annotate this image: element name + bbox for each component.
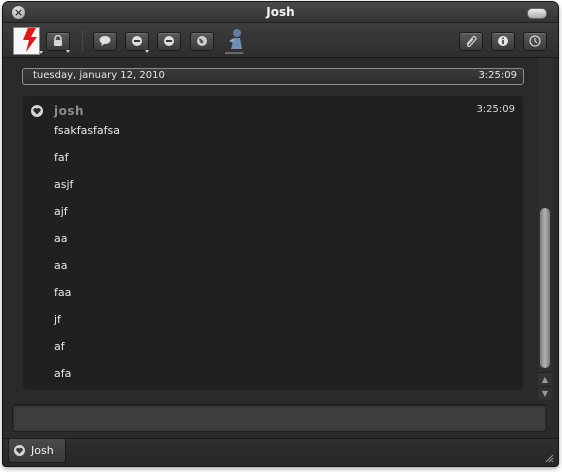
toolbar bbox=[3, 23, 558, 58]
date-header-time: 3:25:09 bbox=[478, 70, 517, 81]
info-icon bbox=[498, 36, 508, 46]
message-panel: josh 3:25:09 fsakfasfafsa faf asjf ajf a… bbox=[23, 96, 523, 390]
toolbar-divider bbox=[82, 31, 83, 51]
date-header: tuesday, january 12, 2010 3:25:09 bbox=[22, 68, 524, 85]
scroll-up-arrow[interactable]: ▲ bbox=[538, 372, 552, 386]
message-line: aa bbox=[54, 232, 68, 245]
heart-icon bbox=[14, 445, 25, 456]
lock-icon bbox=[54, 35, 62, 46]
info-button[interactable] bbox=[491, 32, 515, 51]
web-button[interactable] bbox=[190, 32, 214, 51]
tab-bar: Josh bbox=[3, 438, 558, 466]
message-sender: josh bbox=[54, 104, 85, 118]
message-body: fsakfasfafsa faf asjf ajf aa aa faa jf a… bbox=[54, 124, 120, 394]
tab-label: Josh bbox=[31, 444, 54, 457]
title-bar[interactable]: × Josh bbox=[3, 2, 558, 23]
remove-button[interactable] bbox=[157, 32, 181, 51]
clock-icon bbox=[529, 35, 541, 47]
avatar-dropdown-caret[interactable] bbox=[39, 51, 43, 54]
attach-button[interactable] bbox=[459, 32, 483, 51]
block-button[interactable] bbox=[125, 32, 149, 51]
minus-circle-icon bbox=[164, 36, 174, 46]
date-header-text: tuesday, january 12, 2010 bbox=[33, 70, 165, 81]
message-line: aa bbox=[54, 259, 68, 272]
window-title: Josh bbox=[266, 5, 295, 19]
scrollbar-thumb[interactable] bbox=[540, 208, 550, 368]
message-line: faf bbox=[54, 151, 69, 164]
message-line: asjf bbox=[54, 178, 74, 191]
vertical-scrollbar[interactable]: ▲ ▼ bbox=[538, 58, 552, 400]
message-line: af bbox=[54, 340, 65, 353]
lock-button[interactable] bbox=[46, 32, 70, 51]
block-dropdown-caret[interactable] bbox=[145, 50, 149, 53]
globe-icon bbox=[197, 36, 207, 46]
history-button[interactable] bbox=[523, 32, 547, 51]
message-line: fsakfasfafsa bbox=[54, 124, 121, 137]
chat-window: × Josh tuesday, january 12, 2010 3:25:09… bbox=[3, 2, 558, 466]
message-time: 3:25:09 bbox=[476, 104, 515, 115]
resize-grip-icon[interactable] bbox=[545, 454, 554, 463]
message-line: faa bbox=[54, 286, 72, 299]
scroll-down-arrow[interactable]: ▼ bbox=[538, 386, 552, 400]
person-icon[interactable] bbox=[225, 27, 247, 52]
message-line: afa bbox=[54, 367, 72, 380]
avatar[interactable] bbox=[13, 27, 40, 55]
message-line: ajf bbox=[54, 205, 68, 218]
heart-icon bbox=[31, 105, 43, 117]
message-line: jf bbox=[54, 313, 61, 326]
chat-transcript[interactable]: tuesday, january 12, 2010 3:25:09 josh 3… bbox=[3, 58, 558, 400]
speech-bubble-icon bbox=[99, 36, 111, 46]
person-underline bbox=[225, 52, 243, 54]
speech-button[interactable] bbox=[93, 32, 117, 51]
lock-dropdown-caret[interactable] bbox=[66, 50, 70, 53]
tab-josh[interactable]: Josh bbox=[8, 439, 66, 463]
block-icon bbox=[132, 36, 142, 46]
message-input[interactable] bbox=[12, 404, 547, 432]
paperclip-icon bbox=[466, 36, 477, 47]
toolbar-toggle-button[interactable] bbox=[527, 8, 547, 19]
